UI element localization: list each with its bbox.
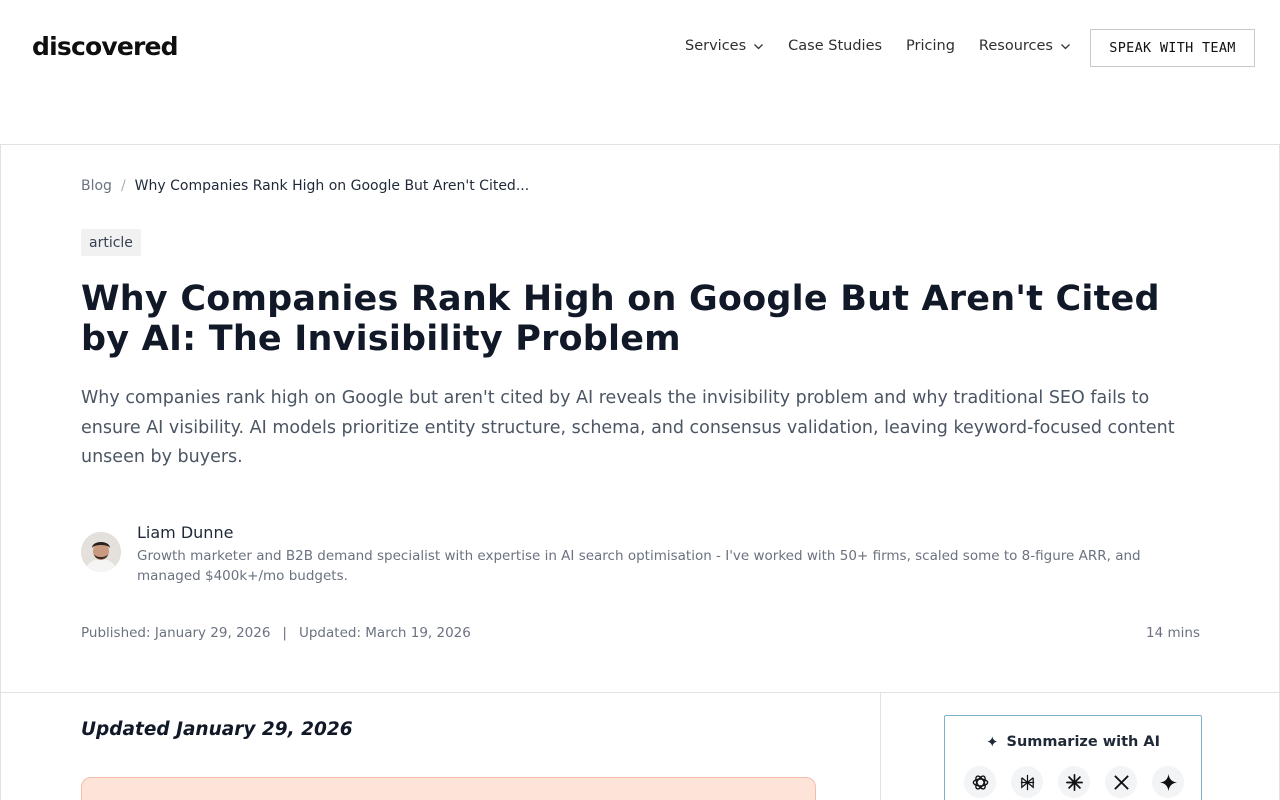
breadcrumb: Blog / Why Companies Rank High on Google… [81, 178, 529, 194]
author-name[interactable]: Liam Dunne [137, 523, 233, 542]
article-hero: Blog / Why Companies Rank High on Google… [0, 144, 1280, 693]
avatar [81, 532, 121, 572]
article-subtitle: Why companies rank high on Google but ar… [81, 388, 1175, 467]
chatgpt-icon[interactable] [964, 766, 996, 798]
updated-date: Updated: March 19, 2026 [298, 625, 471, 641]
page-title: Why Companies Rank High on Google But Ar… [81, 279, 1160, 359]
article-tag: article [81, 229, 141, 256]
gemini-icon[interactable] [1152, 766, 1184, 798]
nav-item-resources[interactable]: Resources [979, 38, 1071, 54]
claude-icon[interactable] [1058, 766, 1090, 798]
publish-meta: Published: January 29, 2026 | Updated: M… [81, 625, 471, 641]
site-logo[interactable]: discovered [32, 32, 179, 61]
breadcrumb-current: Why Companies Rank High on Google But Ar… [134, 178, 530, 194]
breadcrumb-blog-link[interactable]: Blog [81, 178, 112, 194]
perplexity-icon[interactable] [1011, 766, 1043, 798]
summarize-with-ai-box: ✦ Summarize with AI [944, 715, 1202, 800]
meta-separator: | [282, 625, 287, 641]
updated-heading: Updated January 29, 2026 [81, 719, 353, 740]
article-content: Updated January 29, 2026 ✦ Summarize wit… [0, 692, 1280, 800]
site-header: discovered Services Case Studies Pricing… [0, 0, 1280, 95]
ai-summary-label: Summarize with AI [1006, 734, 1161, 750]
chevron-down-icon [753, 41, 764, 52]
nav-item-case-studies[interactable]: Case Studies [788, 38, 882, 54]
read-time: 14 mins [1146, 625, 1200, 641]
chevron-down-icon [1060, 41, 1071, 52]
sparkle-icon: ✦ [985, 733, 999, 751]
published-date: Published: January 29, 2026 [81, 625, 271, 641]
column-divider [880, 692, 881, 800]
nav-item-services[interactable]: Services [685, 38, 764, 54]
nav-label: Case Studies [788, 38, 883, 54]
breadcrumb-separator: / [120, 178, 126, 194]
ai-provider-icons [964, 766, 1199, 798]
speak-with-team-button[interactable]: SPEAK WITH TEAM [1090, 29, 1255, 67]
nav-label: Services [685, 38, 747, 54]
nav-label: Pricing [906, 38, 955, 54]
nav-label: Resources [978, 38, 1053, 54]
ai-summary-title: ✦ Summarize with AI [945, 733, 1201, 751]
author-bio: Growth marketer and B2B demand specialis… [137, 548, 1141, 584]
tldr-box [81, 777, 816, 800]
main-nav: Services Case Studies Pricing Resources [685, 38, 1095, 54]
x-grok-icon[interactable] [1105, 766, 1137, 798]
nav-item-pricing[interactable]: Pricing [906, 38, 955, 54]
